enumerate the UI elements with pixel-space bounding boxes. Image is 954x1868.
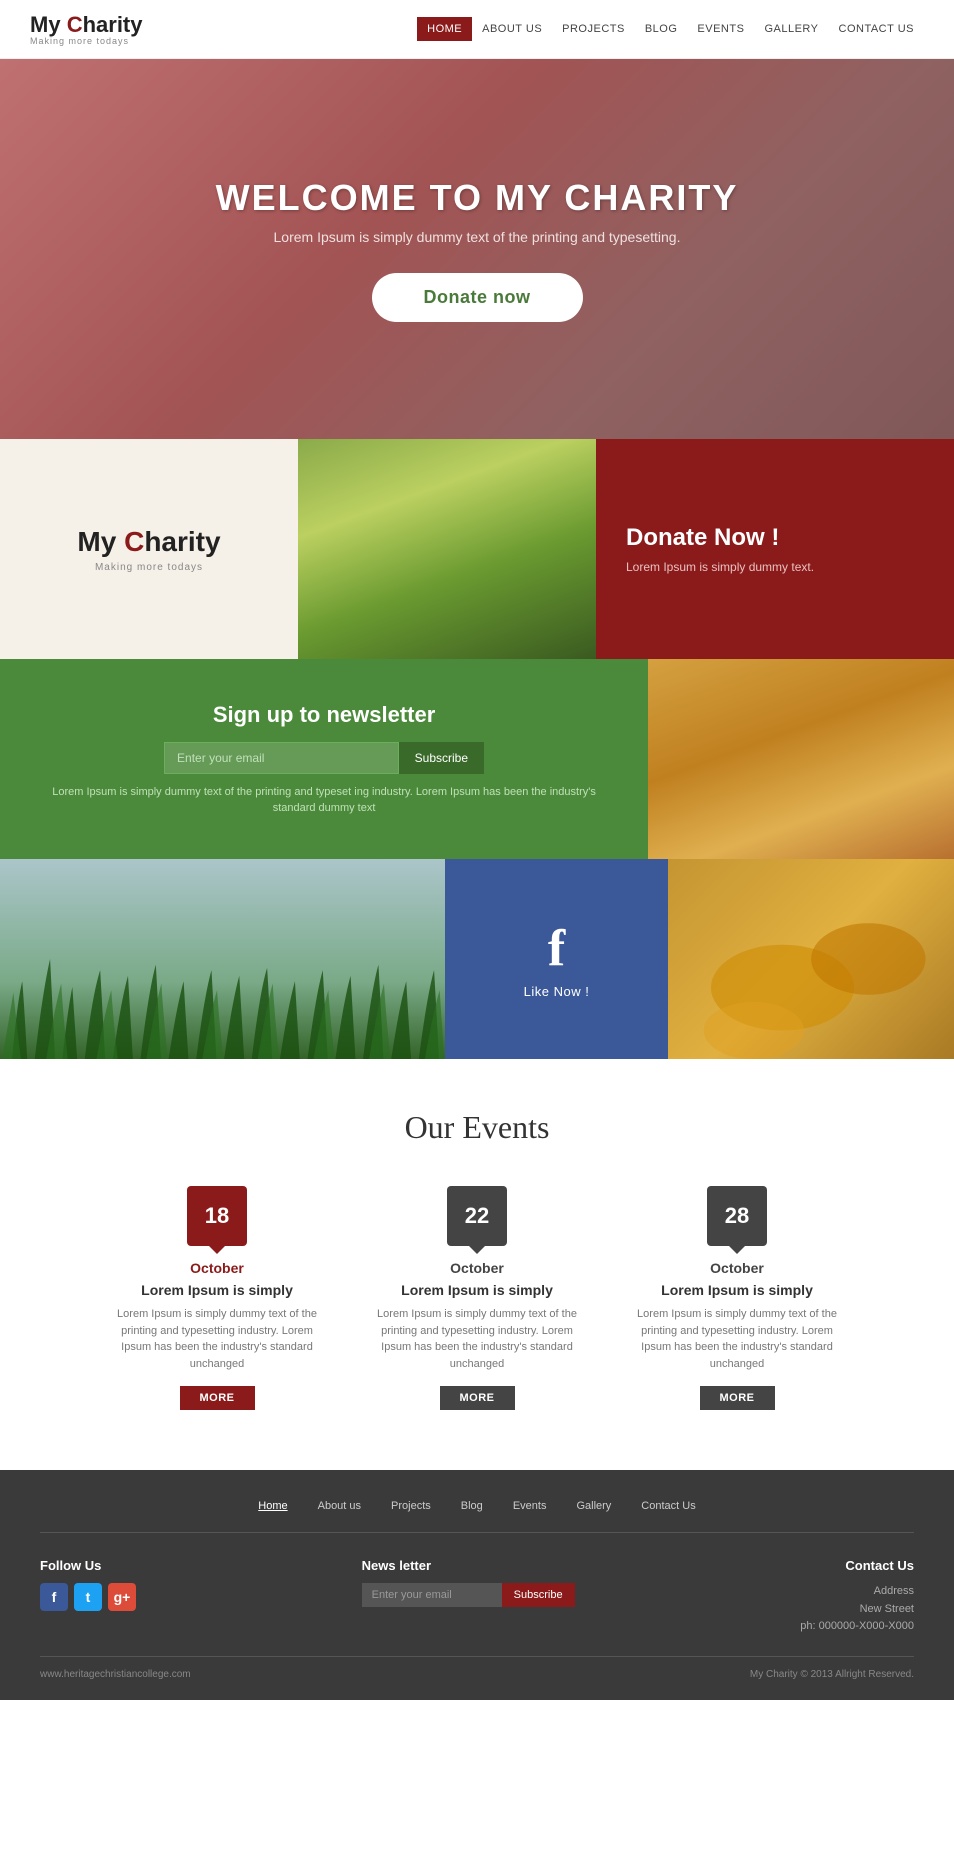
grass-image xyxy=(0,859,445,1059)
mid-donate-desc: Lorem Ipsum is simply dummy text. xyxy=(626,560,814,574)
footer-nav-about[interactable]: About us xyxy=(318,1500,361,1512)
event-tick-2 xyxy=(469,1246,485,1254)
footer-nav-contact[interactable]: Contact Us xyxy=(641,1500,695,1512)
footer-nav: Home About us Projects Blog Events Galle… xyxy=(40,1500,914,1533)
logo: My Charity Making more todays xyxy=(30,12,143,46)
event-tick-3 xyxy=(729,1246,745,1254)
footer-nav-gallery[interactable]: Gallery xyxy=(576,1500,611,1512)
event-month-3: October xyxy=(627,1260,847,1276)
hero-title: WELCOME TO MY CHARITY xyxy=(216,177,739,219)
mid-donate-title: Donate Now ! xyxy=(626,524,779,552)
event-title-2: Lorem Ipsum is simply xyxy=(367,1282,587,1298)
nav-contact[interactable]: CONTACT US xyxy=(829,17,925,41)
footer-socials: f t g+ xyxy=(40,1583,136,1611)
hero-content: WELCOME TO MY CHARITY Lorem Ipsum is sim… xyxy=(216,177,739,322)
event-day-1: 18 xyxy=(205,1205,229,1227)
autumn2-image xyxy=(668,859,954,1059)
newsletter-panel: Sign up to newsletter Subscribe Lorem Ip… xyxy=(0,659,648,859)
event-date-box-2: 22 xyxy=(447,1186,507,1246)
event-day-2: 22 xyxy=(465,1205,489,1227)
nav-home[interactable]: HOME xyxy=(417,17,472,41)
footer-address-1: Address xyxy=(800,1583,914,1601)
footer-contact-info: Address New Street ph: 000000-X000-X000 xyxy=(800,1583,914,1636)
newsletter-subscribe-button[interactable]: Subscribe xyxy=(399,742,484,774)
bottom-images-row: f Like Now ! xyxy=(0,859,954,1059)
nav-events[interactable]: EVENTS xyxy=(687,17,754,41)
newsletter-email-input[interactable] xyxy=(164,742,399,774)
footer-website-link[interactable]: www.heritagechristiancollege.com xyxy=(40,1669,191,1680)
footer: Home About us Projects Blog Events Galle… xyxy=(0,1470,954,1700)
event-card-2: 22 October Lorem Ipsum is simply Lorem I… xyxy=(367,1186,587,1410)
footer-follow-col: Follow Us f t g+ xyxy=(40,1558,136,1636)
newsletter-description: Lorem Ipsum is simply dummy text of the … xyxy=(40,784,608,817)
mid-logo-tagline: Making more todays xyxy=(95,562,203,573)
footer-nav-home[interactable]: Home xyxy=(258,1500,287,1512)
facebook-social-icon[interactable]: f xyxy=(40,1583,68,1611)
footer-columns: Follow Us f t g+ News letter Subscribe C… xyxy=(40,1558,914,1636)
event-date-box-1: 18 xyxy=(187,1186,247,1246)
googleplus-social-icon[interactable]: g+ xyxy=(108,1583,136,1611)
newsletter-form: Subscribe xyxy=(164,742,484,774)
events-grid: 18 October Lorem Ipsum is simply Lorem I… xyxy=(40,1186,914,1410)
event-month-2: October xyxy=(367,1260,587,1276)
event-desc-1: Lorem Ipsum is simply dummy text of the … xyxy=(107,1306,327,1372)
footer-nav-projects[interactable]: Projects xyxy=(391,1500,431,1512)
event-card-1: 18 October Lorem Ipsum is simply Lorem I… xyxy=(107,1186,327,1410)
mid-logo-panel: My Charity Making more todays xyxy=(0,439,298,659)
logo-tagline: Making more todays xyxy=(30,36,143,46)
mid-section: My Charity Making more todays Donate Now… xyxy=(0,439,954,659)
footer-bottom: www.heritagechristiancollege.com My Char… xyxy=(40,1656,914,1680)
nav-projects[interactable]: PROJECTS xyxy=(552,17,635,41)
newsletter-title: Sign up to newsletter xyxy=(213,702,435,728)
main-nav: HOME ABOUT US PROJECTS BLOG EVENTS GALLE… xyxy=(417,17,924,41)
event-desc-3: Lorem Ipsum is simply dummy text of the … xyxy=(627,1306,847,1372)
footer-copyright: My Charity © 2013 Allright Reserved. xyxy=(750,1669,914,1680)
footer-nav-blog[interactable]: Blog xyxy=(461,1500,483,1512)
hero-section: WELCOME TO MY CHARITY Lorem Ipsum is sim… xyxy=(0,59,954,439)
hero-subtitle: Lorem Ipsum is simply dummy text of the … xyxy=(216,229,739,245)
events-section: Our Events 18 October Lorem Ipsum is sim… xyxy=(0,1059,954,1470)
events-title: Our Events xyxy=(40,1109,914,1146)
footer-email-input[interactable] xyxy=(362,1583,502,1607)
event-more-button-1[interactable]: MORE xyxy=(180,1386,255,1410)
footer-follow-title: Follow Us xyxy=(40,1558,136,1573)
footer-subscribe-button[interactable]: Subscribe xyxy=(502,1583,575,1607)
header: My Charity Making more todays HOME ABOUT… xyxy=(0,0,954,59)
autumn-image xyxy=(648,659,954,859)
donate-now-button[interactable]: Donate now xyxy=(372,273,583,322)
event-month-1: October xyxy=(107,1260,327,1276)
newsletter-row: Sign up to newsletter Subscribe Lorem Ip… xyxy=(0,659,954,859)
event-tick-1 xyxy=(209,1246,225,1254)
mid-nature-image xyxy=(298,439,596,659)
facebook-panel[interactable]: f Like Now ! xyxy=(445,859,668,1059)
footer-newsletter-form: Subscribe xyxy=(362,1583,575,1607)
event-card-3: 28 October Lorem Ipsum is simply Lorem I… xyxy=(627,1186,847,1410)
footer-newsletter-col: News letter Subscribe xyxy=(362,1558,575,1636)
mid-donate-panel: Donate Now ! Lorem Ipsum is simply dummy… xyxy=(596,439,954,659)
event-date-box-3: 28 xyxy=(707,1186,767,1246)
event-desc-2: Lorem Ipsum is simply dummy text of the … xyxy=(367,1306,587,1372)
facebook-like-label: Like Now ! xyxy=(524,984,590,999)
nav-gallery[interactable]: GALLERY xyxy=(754,17,828,41)
nav-about[interactable]: ABOUT US xyxy=(472,17,552,41)
facebook-icon: f xyxy=(548,919,565,978)
nav-blog[interactable]: BLOG xyxy=(635,17,688,41)
event-more-button-2[interactable]: MORE xyxy=(440,1386,515,1410)
footer-address-2: New Street xyxy=(800,1601,914,1619)
event-title-3: Lorem Ipsum is simply xyxy=(627,1282,847,1298)
event-more-button-3[interactable]: MORE xyxy=(700,1386,775,1410)
footer-phone: ph: 000000-X000-X000 xyxy=(800,1618,914,1636)
footer-newsletter-title: News letter xyxy=(362,1558,575,1573)
footer-contact-col: Contact Us Address New Street ph: 000000… xyxy=(800,1558,914,1636)
footer-contact-title: Contact Us xyxy=(800,1558,914,1573)
event-title-1: Lorem Ipsum is simply xyxy=(107,1282,327,1298)
footer-nav-events[interactable]: Events xyxy=(513,1500,547,1512)
event-day-3: 28 xyxy=(725,1205,749,1227)
twitter-social-icon[interactable]: t xyxy=(74,1583,102,1611)
